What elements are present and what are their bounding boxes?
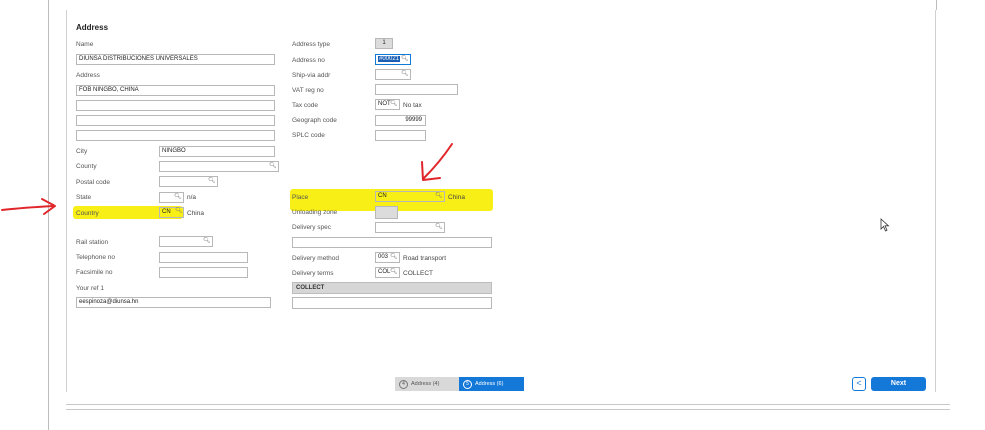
address-panel — [66, 10, 936, 392]
delivery-method-description: Road transport — [403, 255, 446, 262]
address-line-3-field[interactable] — [76, 115, 275, 126]
ship-via-field[interactable]: 🔍︎ — [375, 69, 411, 80]
delivery-spec-text-field[interactable] — [292, 237, 492, 248]
state-description: n/a — [187, 194, 197, 201]
postal-code-field[interactable]: 🔍︎ — [159, 176, 218, 187]
collect-bar: COLLECT — [292, 282, 492, 294]
magnifier-icon[interactable]: 🔍︎ — [208, 178, 216, 185]
step-number-badge: 5 — [463, 380, 472, 389]
country-description: China — [187, 210, 204, 217]
unloading-zone-label: Unloading zone — [292, 209, 338, 216]
ship-via-label: Ship-via addr — [292, 72, 331, 79]
magnifier-icon[interactable]: 🔍︎ — [269, 163, 277, 170]
magnifier-icon[interactable]: 🔍︎ — [203, 238, 211, 245]
collect-text-field[interactable] — [292, 297, 492, 309]
geograph-code-field[interactable]: 99999 — [375, 115, 426, 126]
your-ref-field[interactable]: eespinoza@diunsa.hn — [76, 297, 271, 308]
tax-code-label: Tax code — [292, 102, 319, 109]
magnifier-icon[interactable]: 🔍︎ — [435, 193, 443, 200]
address-label: Address — [76, 72, 100, 79]
delivery-method-label: Delivery method — [292, 255, 339, 262]
address-type-field: 1 — [375, 38, 393, 49]
rail-station-field[interactable]: 🔍︎ — [159, 236, 213, 247]
delivery-terms-value: COL — [378, 269, 391, 275]
step-address-current-label: Address (6) — [475, 381, 504, 387]
telephone-field[interactable] — [159, 252, 248, 263]
step-address-current[interactable]: 5 Address (6) — [459, 377, 524, 391]
facsimile-label: Facsimile no — [76, 269, 113, 276]
delivery-method-field[interactable]: 003 🔍︎ — [375, 252, 400, 263]
country-label: Country — [76, 210, 99, 217]
tax-code-field[interactable]: NOT 🔍︎ — [375, 99, 400, 110]
state-label: State — [76, 194, 92, 201]
tax-code-value: NOT — [378, 101, 391, 107]
rail-station-label: Rail station — [76, 239, 109, 246]
red-annotation-arrow-icon — [421, 143, 453, 181]
magnifier-icon[interactable]: 🔍︎ — [401, 71, 409, 78]
delivery-method-value: 003 — [378, 254, 389, 260]
address-no-field[interactable]: #00021 🔍︎ — [375, 54, 411, 65]
city-label: City — [76, 148, 88, 155]
tax-code-description: No tax — [403, 102, 422, 109]
back-button[interactable]: < — [852, 377, 866, 391]
place-label: Place — [292, 194, 309, 201]
address-type-label: Address type — [292, 41, 330, 48]
place-description: China — [448, 194, 465, 201]
unloading-zone-field — [375, 206, 398, 219]
splc-code-label: SPLC code — [292, 132, 325, 139]
delivery-terms-description: COLLECT — [403, 270, 433, 277]
address-no-label: Address no — [292, 57, 325, 64]
magnifier-icon[interactable]: 🔍︎ — [390, 254, 398, 261]
geograph-code-label: Geograph code — [292, 117, 337, 124]
next-button[interactable]: Next — [871, 377, 926, 391]
name-field[interactable]: DIUNSA DISTRIBUCIONES UNIVERSALES — [76, 54, 275, 65]
your-ref-label: Your ref 1 — [76, 285, 104, 292]
step-address-prev[interactable]: 4 Address (4) — [395, 377, 459, 391]
address-no-value: #00021 — [378, 56, 401, 62]
vat-reg-label: VAT reg no — [292, 87, 324, 94]
delivery-spec-field[interactable]: 🔍︎ — [375, 222, 445, 233]
magnifier-icon[interactable]: 🔍︎ — [390, 269, 398, 276]
delivery-spec-label: Delivery spec — [292, 224, 332, 231]
address-line-1-field[interactable]: FOB NINGBO, CHINA — [76, 85, 275, 96]
mouse-cursor-icon — [880, 218, 890, 232]
postal-code-label: Postal code — [76, 179, 110, 186]
magnifier-icon[interactable]: 🔍︎ — [174, 194, 182, 201]
panel-bottom-border — [66, 404, 950, 410]
telephone-label: Telephone no — [76, 254, 116, 261]
step-address-prev-label: Address (4) — [411, 381, 440, 387]
county-field[interactable]: 🔍︎ — [159, 161, 279, 172]
place-value: CN — [378, 193, 387, 199]
address-line-4-field[interactable] — [76, 130, 275, 141]
magnifier-icon[interactable]: 🔍︎ — [435, 224, 443, 231]
delivery-terms-field[interactable]: COL 🔍︎ — [375, 267, 400, 278]
facsimile-field[interactable] — [159, 267, 248, 278]
red-annotation-arrow-icon — [1, 198, 56, 215]
name-label: Name — [76, 41, 94, 48]
section-title: Address — [76, 23, 109, 32]
vat-reg-field[interactable] — [375, 84, 458, 95]
magnifier-icon[interactable]: 🔍︎ — [401, 56, 409, 63]
address-line-2-field[interactable] — [76, 100, 275, 111]
place-field[interactable]: CN 🔍︎ — [375, 191, 445, 202]
frame-right-line — [936, 0, 937, 10]
step-number-badge: 4 — [399, 380, 408, 389]
magnifier-icon[interactable]: 🔍︎ — [390, 101, 398, 108]
magnifier-icon[interactable]: 🔍︎ — [175, 208, 183, 215]
city-field[interactable]: NINGBO — [159, 146, 275, 157]
county-label: County — [76, 163, 97, 170]
delivery-terms-label: Delivery terms — [292, 270, 334, 277]
state-field[interactable]: 🔍︎ — [159, 192, 184, 203]
